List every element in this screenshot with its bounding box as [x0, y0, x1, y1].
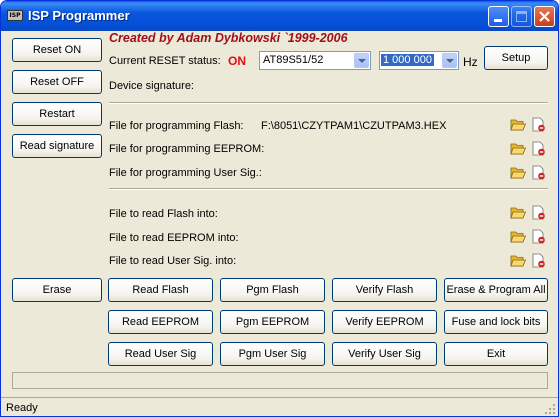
prog-eeprom-label: File for programming EEPROM: — [109, 143, 265, 155]
exit-button[interactable]: Exit — [444, 342, 548, 366]
fuse-lock-bits-button[interactable]: Fuse and lock bits — [444, 310, 548, 334]
minimize-icon — [494, 19, 502, 22]
folder-open-icon[interactable] — [510, 141, 527, 156]
prog-usersig-label: File for programming User Sig.: — [109, 167, 262, 179]
verify-flash-button-label: Verify Flash — [355, 284, 414, 296]
exit-button-label: Exit — [486, 348, 506, 360]
isp-programmer-window: ISP ISP Programmer Reset ON Reset OFF Re… — [0, 0, 559, 417]
chevron-down-icon[interactable] — [354, 53, 369, 68]
reset-status-label: Current RESET status: — [109, 55, 221, 67]
window-title: ISP Programmer — [28, 8, 130, 23]
restart-button[interactable]: Restart — [12, 102, 102, 126]
read-eeprom-label: File to read EEPROM into: — [109, 232, 239, 244]
restart-label: Restart — [39, 108, 75, 120]
frequency-unit: Hz — [463, 55, 478, 69]
clear-file-icon[interactable] — [530, 205, 546, 220]
device-select[interactable]: AT89S51/52 — [259, 51, 371, 70]
read-signature-button[interactable]: Read signature — [12, 134, 102, 158]
erase-program-all-button-label: Erase & Program All — [446, 284, 546, 296]
folder-open-icon[interactable] — [510, 205, 527, 220]
folder-open-icon[interactable] — [510, 165, 527, 180]
read-eeprom-button[interactable]: Read EEPROM — [108, 310, 213, 334]
reset-off-button[interactable]: Reset OFF — [12, 70, 102, 94]
separator — [109, 102, 548, 104]
setup-label: Setup — [501, 52, 531, 64]
read-flash-button[interactable]: Read Flash — [108, 278, 213, 302]
read-usersig-label: File to read User Sig. into: — [109, 255, 237, 267]
verify-flash-button[interactable]: Verify Flash — [332, 278, 437, 302]
separator — [109, 188, 548, 190]
folder-open-icon[interactable] — [510, 117, 527, 132]
read-user-sig-button[interactable]: Read User Sig — [108, 342, 213, 366]
pgm-eeprom-button-label: Pgm EEPROM — [235, 316, 310, 328]
clear-file-icon[interactable] — [530, 253, 546, 268]
folder-open-icon[interactable] — [510, 253, 527, 268]
status-bar: Ready — [1, 397, 558, 416]
clear-file-icon[interactable] — [530, 229, 546, 244]
pgm-flash-button-label: Pgm Flash — [246, 284, 299, 296]
setup-button[interactable]: Setup — [484, 46, 548, 70]
close-button[interactable] — [534, 6, 555, 27]
app-icon: ISP — [7, 10, 23, 21]
pgm-flash-button[interactable]: Pgm Flash — [220, 278, 325, 302]
read-flash-label: File to read Flash into: — [109, 208, 218, 220]
pgm-eeprom-button[interactable]: Pgm EEPROM — [220, 310, 325, 334]
resize-grip-icon[interactable] — [544, 403, 556, 415]
erase-program-all-button[interactable]: Erase & Program All — [444, 278, 548, 302]
maximize-button[interactable] — [511, 6, 532, 27]
verify-user-sig-button[interactable]: Verify User Sig — [332, 342, 437, 366]
frequency-value: 1 000 000 — [381, 54, 434, 66]
chevron-down-icon[interactable] — [442, 53, 457, 68]
title-bar[interactable]: ISP ISP Programmer — [1, 1, 558, 31]
maximize-icon — [516, 11, 527, 22]
reset-on-label: Reset ON — [32, 44, 82, 56]
progress-bar — [12, 372, 548, 389]
read-user-sig-button-label: Read User Sig — [124, 348, 197, 360]
pgm-user-sig-button[interactable]: Pgm User Sig — [220, 342, 325, 366]
clear-file-icon[interactable] — [530, 141, 546, 156]
pgm-user-sig-button-label: Pgm User Sig — [238, 348, 307, 360]
erase-button[interactable]: Erase — [12, 278, 102, 302]
verify-user-sig-button-label: Verify User Sig — [348, 348, 421, 360]
clear-file-icon[interactable] — [530, 165, 546, 180]
read-signature-label: Read signature — [19, 140, 95, 152]
reset-status-value: ON — [228, 54, 246, 68]
verify-eeprom-button[interactable]: Verify EEPROM — [332, 310, 437, 334]
read-flash-button-label: Read Flash — [132, 284, 189, 296]
author-credit: Created by Adam Dybkowski `1999-2006 — [109, 31, 348, 45]
fuse-lock-bits-button-label: Fuse and lock bits — [451, 316, 541, 328]
frequency-select[interactable]: 1 000 000 — [379, 51, 459, 70]
reset-on-button[interactable]: Reset ON — [12, 38, 102, 62]
read-eeprom-button-label: Read EEPROM — [121, 316, 200, 328]
folder-open-icon[interactable] — [510, 229, 527, 244]
verify-eeprom-button-label: Verify EEPROM — [345, 316, 424, 328]
erase-label: Erase — [42, 284, 72, 296]
status-text: Ready — [6, 402, 38, 414]
clear-file-icon[interactable] — [530, 117, 546, 132]
reset-off-label: Reset OFF — [30, 76, 84, 88]
prog-flash-label: File for programming Flash: — [109, 120, 244, 132]
minimize-button[interactable] — [488, 6, 509, 27]
prog-flash-path: F:\8051\CZYTPAM1\CZUTPAM3.HEX — [261, 120, 447, 132]
device-signature-label: Device signature: — [109, 80, 194, 92]
close-icon — [539, 11, 550, 22]
device-select-value: AT89S51/52 — [263, 54, 324, 66]
